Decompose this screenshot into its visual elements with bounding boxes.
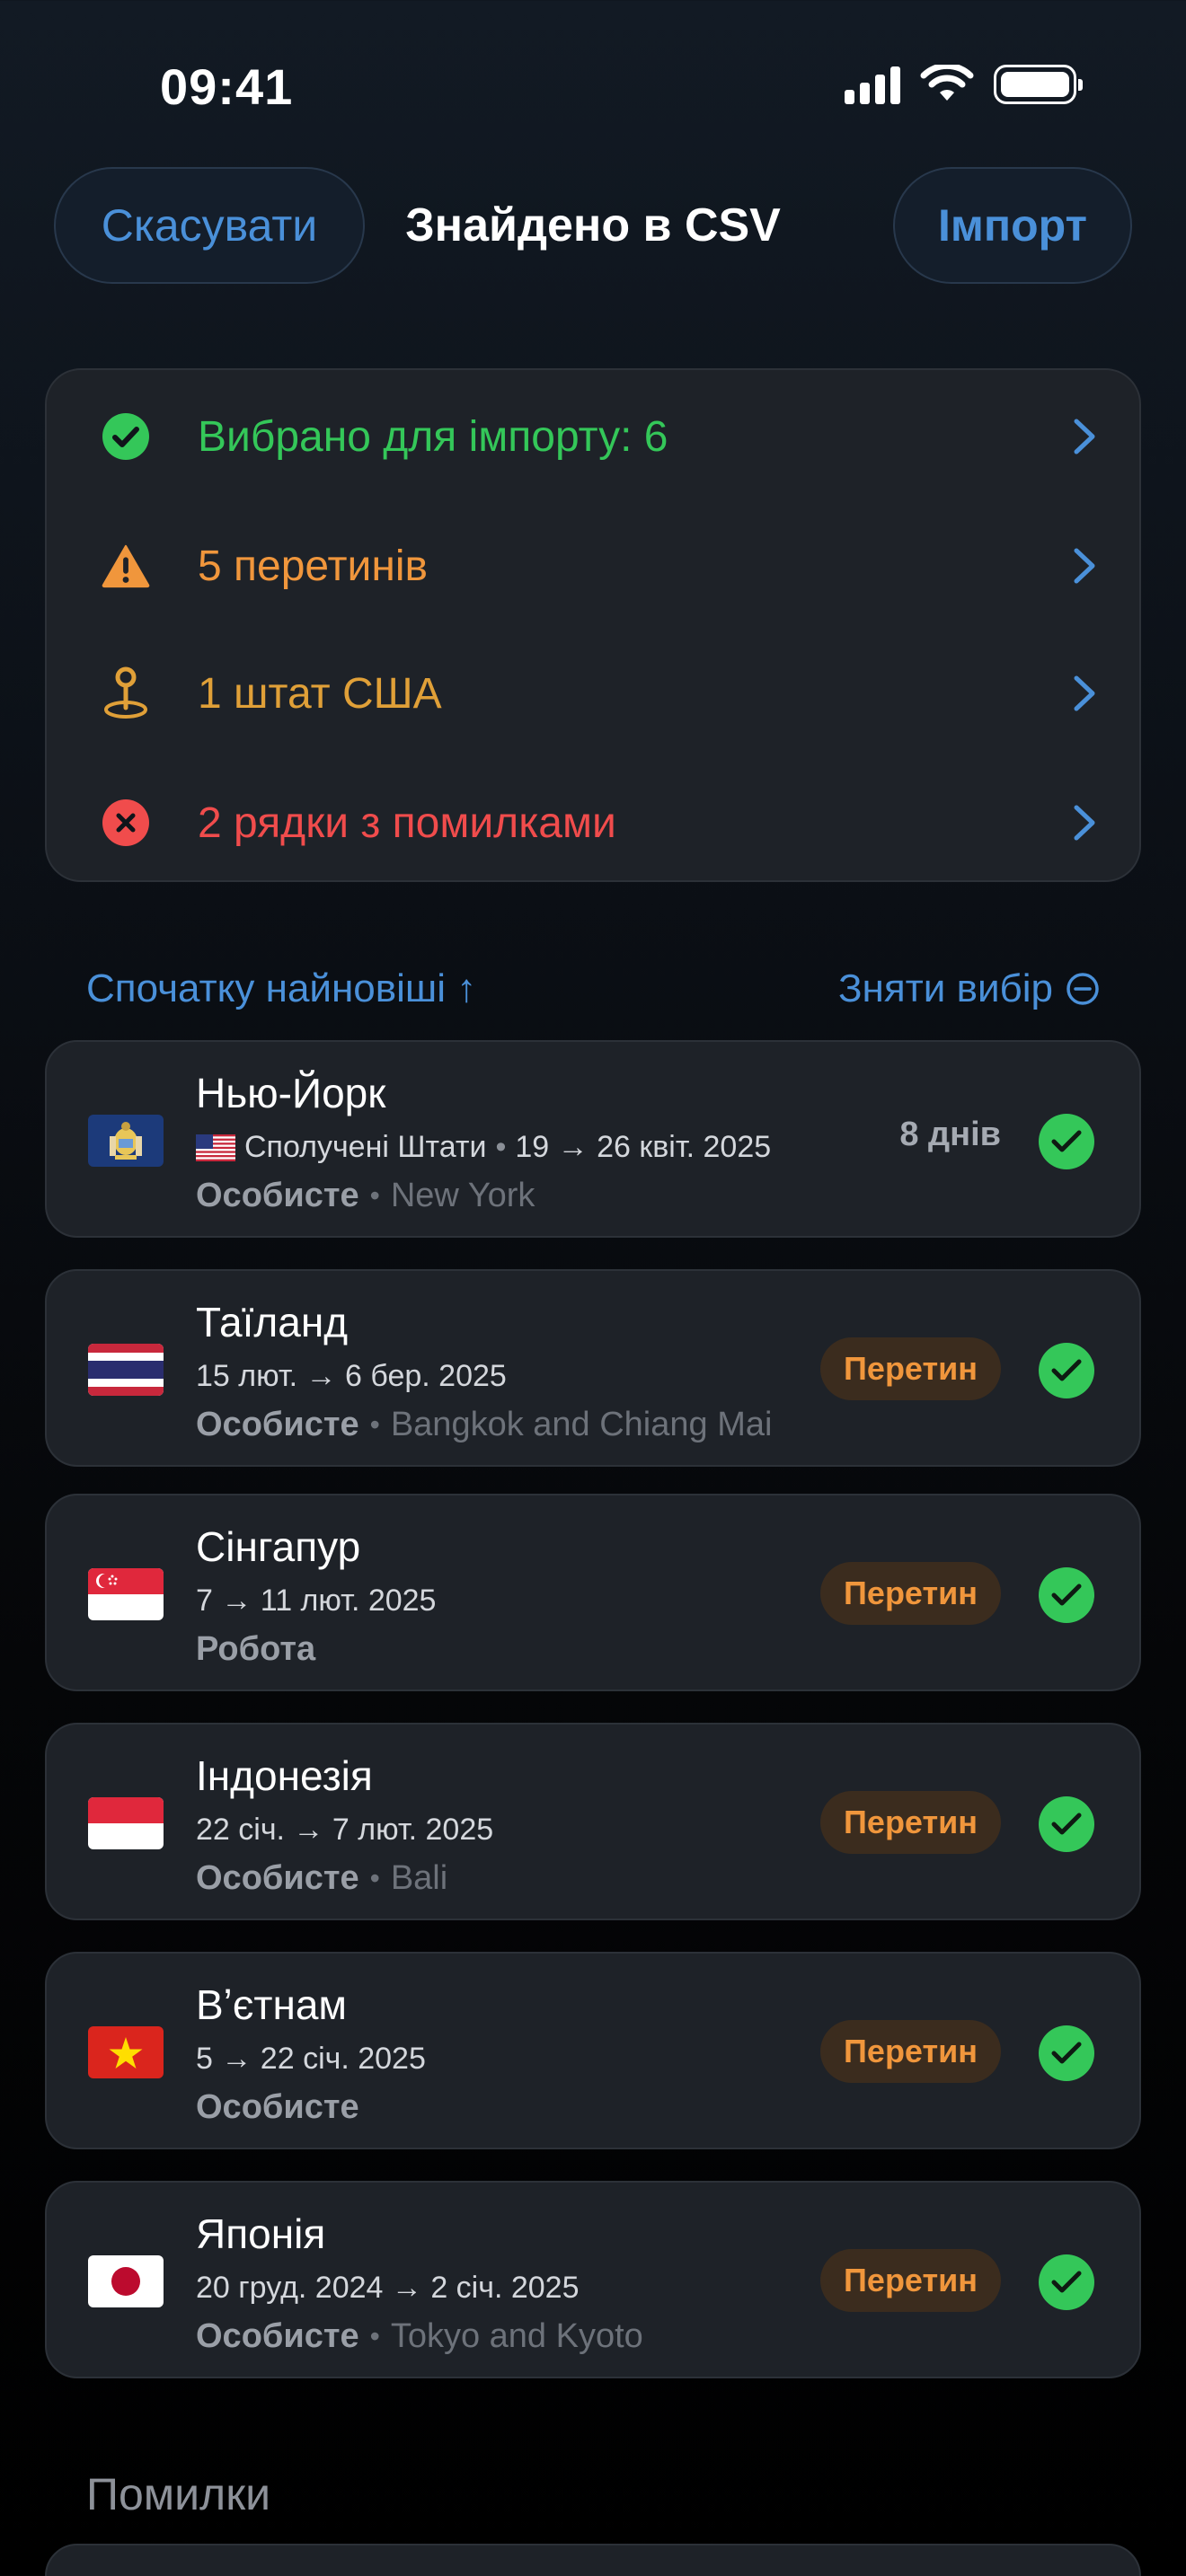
summary-row-overlaps[interactable]: 5 перетинів — [47, 503, 1139, 629]
trip-date-range: 7 → 11 лют. 2025 — [196, 1584, 437, 1618]
selected-checkmark-icon[interactable] — [1039, 2025, 1094, 2081]
trip-category: Особисте — [196, 2088, 359, 2126]
trip-category: Особисте — [196, 1177, 359, 1214]
trip-dates: Сполучені Штати • 19 → 26 квіт. 2025 — [196, 1130, 771, 1165]
thailand-flag-icon — [88, 1344, 164, 1396]
selected-checkmark-icon[interactable] — [1039, 1796, 1094, 1852]
trip-date-range: 15 лют. → 6 бер. 2025 — [196, 1359, 507, 1393]
summary-row-errors[interactable]: 2 рядки з помилками — [47, 760, 1139, 886]
trip-meta: Особисте • Bangkok and Chiang Mai — [196, 1406, 773, 1443]
cancel-button[interactable]: Скасувати — [54, 167, 365, 284]
errors-section-title: Помилки — [86, 2469, 271, 2519]
trip-row-new-york[interactable]: Нью-Йорк Сполучені Штати • 19 → 26 квіт.… — [45, 1040, 1141, 1238]
overlap-badge: Перетин — [820, 2249, 1001, 2312]
japan-flag-icon — [88, 2255, 164, 2307]
summary-us-states-label: 1 штат США — [198, 669, 442, 718]
us-flag-icon — [196, 1134, 235, 1161]
warning-triangle-icon — [101, 541, 151, 591]
summary-row-selected[interactable]: Вибрано для імпорту: 6 — [47, 374, 1139, 499]
selected-checkmark-icon[interactable] — [1039, 1567, 1094, 1623]
trip-country: Сполучені Штати — [244, 1130, 487, 1164]
trip-date-range: 20 груд. 2024 → 2 січ. 2025 — [196, 2271, 580, 2305]
map-pin-icon — [101, 666, 151, 719]
trip-row-indonesia[interactable]: Індонезія 22 січ. → 7 лют. 2025 Особисте… — [45, 1723, 1141, 1920]
import-summary-card: Вибрано для імпорту: 6 5 перетинів 1 шта… — [45, 368, 1141, 882]
status-bar: 09:41 — [0, 0, 1186, 171]
trip-name: Таїланд — [196, 1299, 349, 1345]
page-title: Знайдено в CSV — [405, 199, 781, 251]
deselect-all-button[interactable]: Зняти вибір — [838, 966, 1100, 1011]
trip-date-range: 5 → 22 січ. 2025 — [196, 2042, 426, 2076]
checkmark-circle-icon — [101, 411, 151, 462]
selected-checkmark-icon[interactable] — [1039, 2254, 1094, 2310]
trip-location: Bangkok and Chiang Mai — [390, 1406, 773, 1443]
trip-name: Сінгапур — [196, 1523, 361, 1570]
trip-row-vietnam[interactable]: Вʼєтнам 5 → 22 січ. 2025 Особисте Перети… — [45, 1952, 1141, 2149]
trip-name: Японія — [196, 2210, 326, 2257]
trip-category: Робота — [196, 1630, 316, 1668]
wifi-icon — [920, 65, 974, 101]
trip-row-thailand[interactable]: Таїланд 15 лют. → 6 бер. 2025 Особисте •… — [45, 1269, 1141, 1467]
import-button[interactable]: Імпорт — [893, 167, 1132, 284]
summary-errors-label: 2 рядки з помилками — [198, 798, 616, 847]
selected-checkmark-icon[interactable] — [1039, 1343, 1094, 1398]
indonesia-flag-icon — [88, 1797, 164, 1849]
minus-circle-icon — [1067, 973, 1099, 1005]
cellular-signal-icon — [845, 65, 900, 104]
sort-order-button[interactable]: Спочатку найновіші ↑ — [86, 966, 476, 1011]
trip-location: New York — [390, 1177, 535, 1214]
trip-name: Індонезія — [196, 1752, 373, 1799]
trip-name: Вʼєтнам — [196, 1981, 348, 2028]
chevron-right-icon — [1074, 419, 1095, 454]
vietnam-flag-icon — [88, 2026, 164, 2078]
chevron-right-icon — [1074, 675, 1095, 711]
trip-category: Особисте — [196, 2317, 359, 2355]
trip-row-singapore[interactable]: Сінгапур 7 → 11 лют. 2025 Робота Перетин — [45, 1494, 1141, 1691]
trip-category: Особисте — [196, 1406, 359, 1443]
chevron-right-icon — [1074, 548, 1095, 584]
trip-category: Особисте — [196, 1859, 359, 1897]
singapore-flag-icon — [88, 1568, 164, 1620]
trip-location: Bali — [390, 1859, 448, 1897]
trip-meta: Особисте • New York — [196, 1177, 535, 1214]
overlap-badge: Перетин — [820, 1791, 1001, 1854]
trip-duration: 8 днів — [899, 1116, 1001, 1153]
trip-location: Tokyo and Kyoto — [390, 2317, 643, 2355]
trip-meta: Особисте — [196, 2088, 359, 2127]
summary-overlaps-label: 5 перетинів — [198, 542, 428, 590]
trip-row-japan[interactable]: Японія 20 груд. 2024 → 2 січ. 2025 Особи… — [45, 2181, 1141, 2378]
trip-meta: Особисте • Bali — [196, 1859, 448, 1897]
chevron-right-icon — [1074, 805, 1095, 841]
selected-checkmark-icon[interactable] — [1039, 1114, 1094, 1169]
trip-meta: Робота — [196, 1630, 315, 1669]
summary-row-us-states[interactable]: 1 штат США — [47, 631, 1139, 756]
trip-date-range: 19 → 26 квіт. 2025 — [515, 1130, 772, 1164]
new-york-flag-icon — [88, 1115, 164, 1167]
overlap-badge: Перетин — [820, 1337, 1001, 1400]
trip-date-range: 22 січ. → 7 лют. 2025 — [196, 1813, 494, 1847]
trip-meta: Особисте • Tokyo and Kyoto — [196, 2317, 643, 2355]
overlap-badge: Перетин — [820, 2020, 1001, 2083]
summary-selected-label: Вибрано для імпорту: 6 — [198, 412, 668, 461]
errors-card — [45, 2544, 1141, 2576]
trip-name: Нью-Йорк — [196, 1070, 386, 1116]
status-time: 09:41 — [160, 58, 294, 115]
battery-icon — [994, 65, 1083, 104]
deselect-label: Зняти вибір — [837, 966, 1053, 1010]
error-circle-icon — [101, 798, 151, 848]
status-icons — [845, 65, 1083, 104]
overlap-badge: Перетин — [820, 1562, 1001, 1625]
